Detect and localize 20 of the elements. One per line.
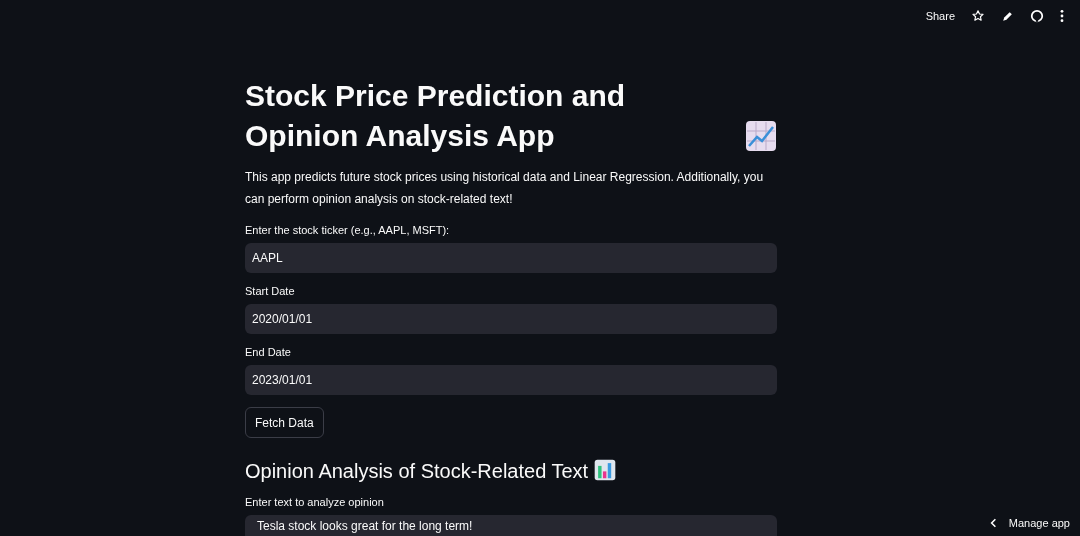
section-heading: Opinion Analysis of Stock-Related Text [245,460,589,482]
input-field[interactable]: 2023/01/01 [245,365,777,395]
input-field[interactable]: 2020/01/01 [245,304,777,334]
more-icon[interactable] [1060,9,1064,23]
page-title: Stock Price Prediction and Opinion Analysis App [245,78,627,154]
field-label: End Date [245,346,292,358]
text-area[interactable]: Tesla stock looks great for the long term! [245,515,777,536]
fetch-data-button[interactable]: Fetch Data [245,407,324,438]
input-field[interactable]: AAPL [245,243,777,273]
field-label: Start Date [245,285,296,297]
star-icon[interactable] [971,9,985,23]
intro-text: This app predicts future stock prices using historical data and Linear Regression. Additionally, you can perform opinion analysis on stock-related text! [245,169,765,208]
bar-chart-icon [594,459,617,481]
field-label: Enter the stock ticker (e.g., AAPL, MSFT): [245,224,451,236]
field-label: Enter text to analyze opinion [245,496,385,508]
chart-increasing-icon [745,120,777,152]
manage-app-button[interactable]: Manage app [983,516,1076,530]
share-button[interactable]: Share [925,10,955,22]
chevron-left-icon [989,518,997,528]
edit-icon[interactable] [1001,9,1014,23]
